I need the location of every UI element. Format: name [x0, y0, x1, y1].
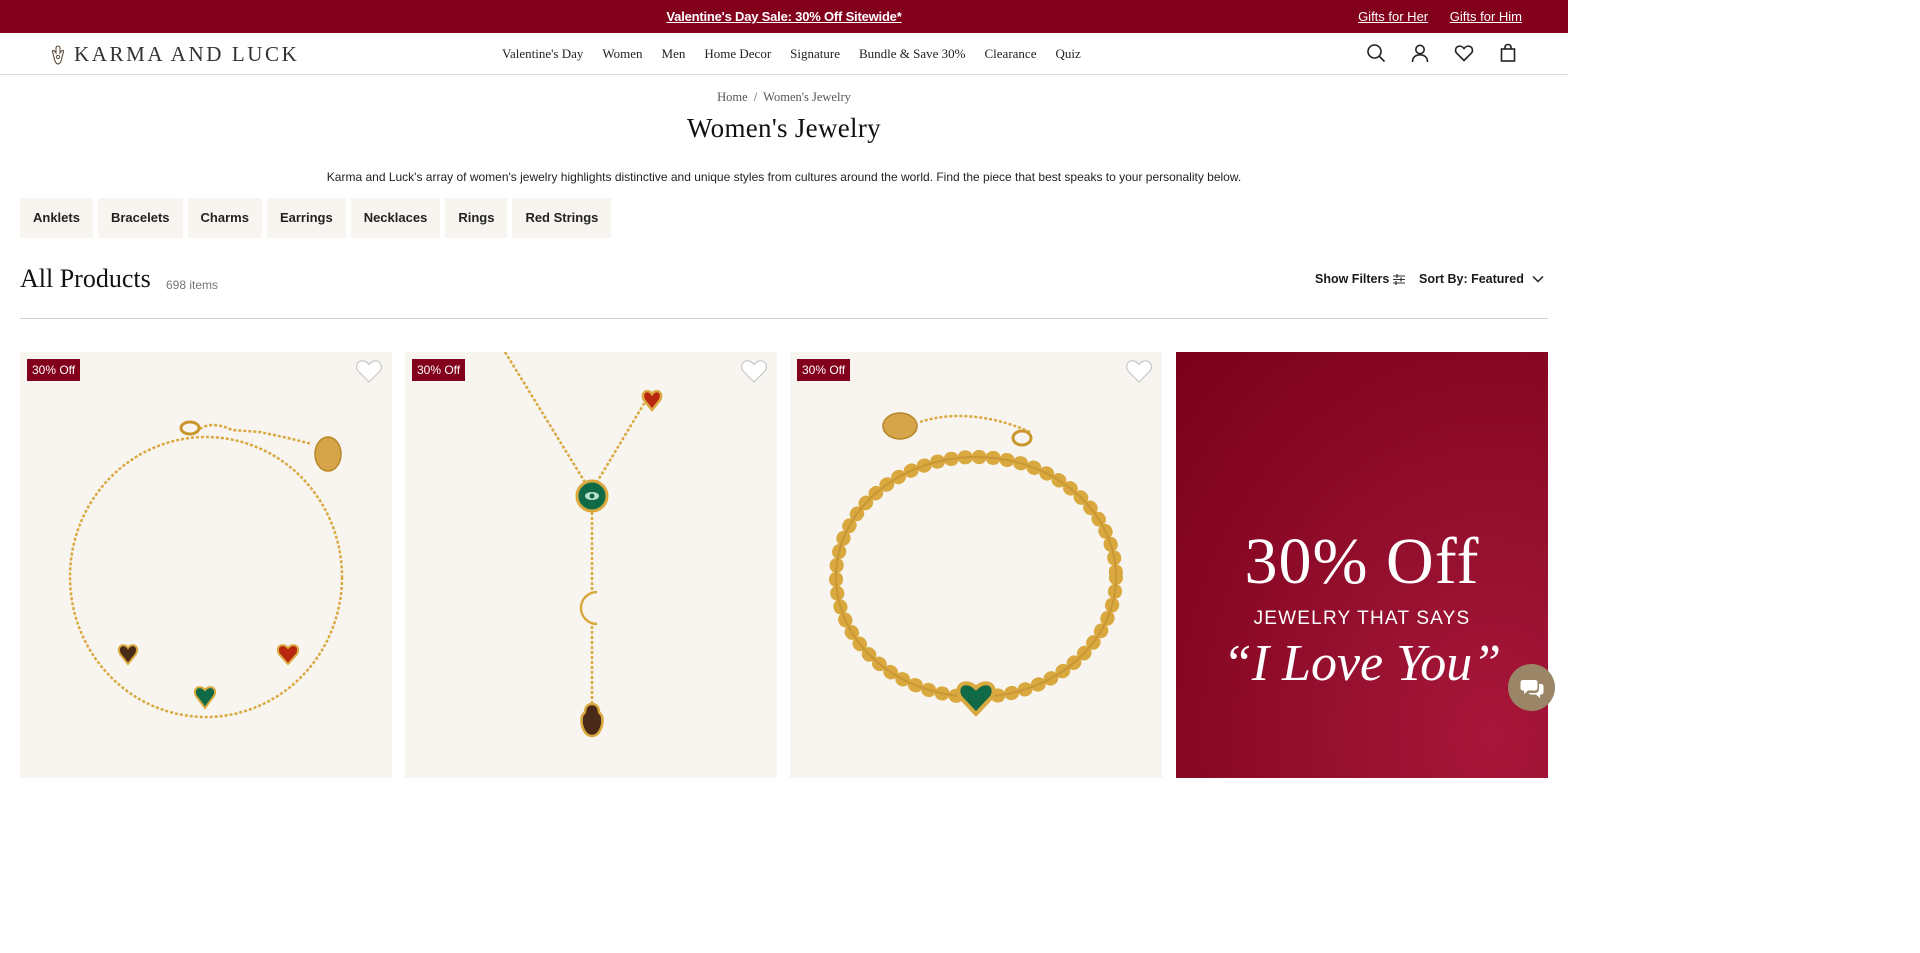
- promo-headline: 30% Off: [1244, 525, 1480, 598]
- nav-item-valentines-day[interactable]: Valentine's Day: [502, 46, 583, 62]
- nav-menu: Valentine's Day Women Men Home Decor Sig…: [502, 46, 1100, 62]
- nav-item-quiz[interactable]: Quiz: [1055, 46, 1080, 62]
- category-chip-anklets[interactable]: Anklets: [20, 198, 93, 238]
- logo-text: KARMA AND LUCK: [74, 42, 300, 66]
- nav-item-signature[interactable]: Signature: [790, 46, 840, 62]
- nav-item-clearance[interactable]: Clearance: [985, 46, 1037, 62]
- wishlist-heart-icon[interactable]: [1124, 357, 1154, 385]
- chat-button[interactable]: [1508, 664, 1555, 711]
- search-icon[interactable]: [1366, 43, 1386, 63]
- sale-banner-link[interactable]: Valentine's Day Sale: 30% Off Sitewide*: [0, 9, 1568, 24]
- wishlist-heart-icon[interactable]: [739, 357, 769, 385]
- product-image: [829, 412, 1123, 717]
- item-count: 698 items: [166, 278, 219, 292]
- sort-dropdown[interactable]: Sort By: Featured: [1419, 272, 1544, 286]
- promo-bar: Valentine's Day Sale: 30% Off Sitewide* …: [0, 0, 1568, 33]
- product-card[interactable]: 30% Off: [405, 352, 777, 778]
- discount-badge: 30% Off: [412, 359, 466, 381]
- promo-tagline: “I Love You”: [1222, 635, 1502, 692]
- category-chip-charms[interactable]: Charms: [187, 198, 262, 238]
- breadcrumb-current: Women's Jewelry: [763, 90, 851, 104]
- nav-icons: [1342, 43, 1518, 63]
- nav-item-men[interactable]: Men: [662, 46, 686, 62]
- gift-links: Gifts for Her Gifts for Him: [1340, 9, 1522, 24]
- category-chip-red-strings[interactable]: Red Strings: [512, 198, 612, 238]
- breadcrumb-separator: /: [753, 90, 758, 104]
- category-chip-bracelets[interactable]: Bracelets: [97, 198, 183, 238]
- discount-badge: 30% Off: [797, 359, 851, 381]
- category-chip-rings[interactable]: Rings: [445, 198, 508, 238]
- bag-icon[interactable]: [1498, 43, 1518, 63]
- chat-bubbles-icon: [1520, 679, 1543, 698]
- nav-item-home-decor[interactable]: Home Decor: [704, 46, 771, 62]
- category-chip-necklaces[interactable]: Necklaces: [350, 198, 441, 238]
- promo-tile[interactable]: 30% Off JEWELRY THAT SAYS “I Love You”: [1176, 352, 1548, 778]
- sort-label: Sort By: Featured: [1419, 272, 1524, 286]
- page-description: Karma and Luck's array of women's jewelr…: [326, 170, 1242, 184]
- breadcrumb-home-link[interactable]: Home: [717, 90, 748, 104]
- main-nav: KARMA AND LUCK Valentine's Day Women Men…: [0, 33, 1568, 75]
- account-icon[interactable]: [1410, 43, 1430, 63]
- product-image: [503, 352, 663, 738]
- nav-item-bundle-save[interactable]: Bundle & Save 30%: [859, 46, 966, 62]
- discount-badge: 30% Off: [27, 359, 81, 381]
- category-chips: Anklets Bracelets Charms Earrings Neckla…: [20, 198, 616, 238]
- logo[interactable]: KARMA AND LUCK: [50, 42, 299, 67]
- show-filters-button[interactable]: Show Filters: [1315, 272, 1406, 286]
- page-title: Women's Jewelry: [687, 113, 881, 143]
- product-card[interactable]: 30% Off: [790, 352, 1162, 778]
- promo-subline: JEWELRY THAT SAYS: [1253, 608, 1471, 629]
- listing-heading: All Products: [20, 264, 151, 293]
- wishlist-heart-icon[interactable]: [1454, 43, 1474, 63]
- wishlist-heart-icon[interactable]: [354, 357, 384, 385]
- filter-sliders-icon: [1393, 273, 1406, 285]
- gifts-for-her-link[interactable]: Gifts for Her: [1358, 9, 1428, 24]
- product-image: [68, 420, 344, 719]
- breadcrumb: Home / Women's Jewelry: [0, 90, 1568, 105]
- gifts-for-him-link[interactable]: Gifts for Him: [1450, 9, 1522, 24]
- show-filters-label: Show Filters: [1315, 272, 1390, 286]
- category-chip-earrings[interactable]: Earrings: [266, 198, 346, 238]
- nav-item-women[interactable]: Women: [602, 46, 642, 62]
- listing-divider: [20, 318, 1548, 319]
- chevron-down-icon: [1532, 275, 1544, 283]
- hamsa-logo-icon: [51, 44, 65, 65]
- product-card[interactable]: 30% Off: [20, 352, 392, 778]
